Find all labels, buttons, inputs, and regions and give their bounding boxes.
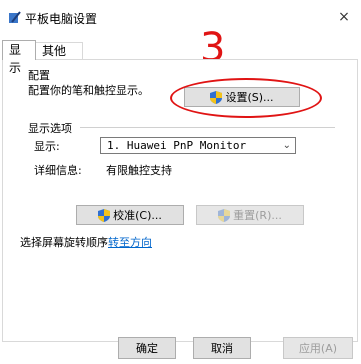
uac-shield-icon xyxy=(98,208,111,222)
cancel-button[interactable]: 取消 xyxy=(193,337,251,359)
setup-button-label: 设置(S)... xyxy=(225,91,274,104)
ok-button[interactable]: 确定 xyxy=(118,337,176,359)
rotation-instruction: 选择屏幕旋转顺序转至方向 xyxy=(20,234,152,250)
display-label: 显示: xyxy=(34,140,60,153)
details-label: 详细信息: xyxy=(34,164,82,177)
display-select-value: 1. Huawei PnP Monitor xyxy=(107,139,247,152)
details-value: 有限触控支持 xyxy=(106,164,172,177)
chevron-down-icon: ⌄ xyxy=(282,140,291,151)
calibrate-button-label: 校准(C)... xyxy=(113,209,162,222)
group-divider xyxy=(80,127,335,128)
close-button[interactable]: × xyxy=(333,6,355,28)
config-heading: 配置 xyxy=(28,69,50,82)
config-description: 配置你的笔和触控显示。 xyxy=(28,84,149,97)
setup-button[interactable]: 设置(S)... xyxy=(184,87,300,107)
calibrate-button[interactable]: 校准(C)... xyxy=(76,205,184,225)
apply-button[interactable]: 应用(A) xyxy=(283,337,353,359)
display-select[interactable]: 1. Huawei PnP Monitor ⌄ xyxy=(100,137,296,154)
tab-other[interactable]: 其他 xyxy=(35,42,83,60)
go-to-orientation-link[interactable]: 转至方向 xyxy=(108,236,152,249)
reset-button[interactable]: 重置(R)... xyxy=(196,205,304,225)
uac-shield-icon xyxy=(210,90,223,104)
tab-display[interactable]: 显示 xyxy=(2,40,36,75)
rotation-prefix: 选择屏幕旋转顺序 xyxy=(20,236,108,249)
reset-button-label: 重置(R)... xyxy=(233,209,282,222)
title-bar: 平板电脑设置 × xyxy=(0,0,361,34)
display-tab-panel xyxy=(2,59,358,342)
window-title: 平板电脑设置 xyxy=(25,12,98,26)
display-options-heading: 显示选项 xyxy=(28,120,76,136)
uac-shield-icon xyxy=(218,208,231,222)
tablet-pen-icon xyxy=(9,11,21,23)
